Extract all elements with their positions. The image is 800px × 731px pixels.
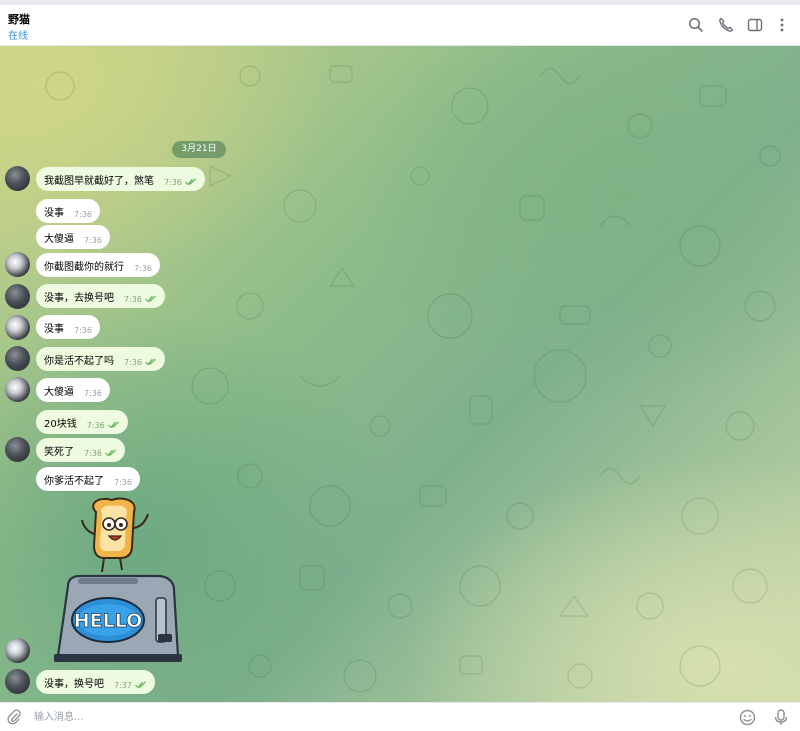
message-bubble[interactable]: 没事 7:36 <box>36 199 100 223</box>
message-bubble[interactable]: 大傻逼 7:36 <box>36 225 110 249</box>
microphone-icon[interactable] <box>773 709 789 726</box>
chat-area[interactable]: 3月21日 我截图早就截好了，煞笔 7:36 没事 7:36 大傻逼 7:36 … <box>0 46 800 702</box>
message-bubble[interactable]: 我截图早就截好了，煞笔 7:36 <box>36 167 205 191</box>
message-bubble[interactable]: 没事，去换号吧 7:36 <box>36 284 165 308</box>
read-ticks-icon <box>105 449 116 457</box>
message-text: 笑死了 <box>44 446 74 458</box>
message-time: 7:36 <box>74 325 92 335</box>
message-time: 7:36 <box>164 177 182 187</box>
message-text: 没事，去换号吧 <box>44 292 114 304</box>
emoji-icon[interactable] <box>739 709 756 726</box>
contact-status: 在线 <box>8 31 28 42</box>
more-icon[interactable] <box>773 16 791 34</box>
message-bubble[interactable]: 你爹活不起了 7:36 <box>36 467 140 491</box>
message-text: 你是活不起了吗 <box>44 355 114 367</box>
message-bubble[interactable]: 没事，换号吧 7:37 <box>36 670 155 694</box>
read-ticks-icon <box>185 178 196 186</box>
message-text: 大傻逼 <box>44 233 74 245</box>
attach-icon[interactable] <box>6 709 22 725</box>
avatar[interactable] <box>5 377 30 402</box>
avatar[interactable] <box>5 669 30 694</box>
message-time: 7:36 <box>86 420 105 430</box>
phone-icon[interactable] <box>717 16 735 34</box>
sticker-caption: HELLO <box>74 610 143 632</box>
avatar[interactable] <box>5 315 30 340</box>
read-ticks-icon <box>145 295 156 303</box>
contact-name[interactable]: 野猫 <box>8 11 30 27</box>
message-text: 你爹活不起了 <box>44 475 104 487</box>
toaster-sticker[interactable]: HELLO <box>54 496 190 666</box>
message-time: 7:36 <box>84 448 102 458</box>
message-bubble[interactable]: 20块钱 7:36 <box>36 410 128 434</box>
message-bubble[interactable]: 笑死了 7:36 <box>36 438 125 462</box>
message-bubble[interactable]: 你是活不起了吗 7:36 <box>36 347 165 371</box>
message-time: 7:36 <box>84 235 102 245</box>
message-time: 7:37 <box>114 680 132 690</box>
avatar[interactable] <box>5 252 30 277</box>
avatar[interactable] <box>5 437 30 462</box>
message-text: 你截图截你的就行 <box>44 261 124 273</box>
avatar[interactable] <box>5 284 30 309</box>
message-bubble[interactable]: 大傻逼 7:36 <box>36 378 110 402</box>
avatar[interactable] <box>5 346 30 371</box>
read-ticks-icon <box>135 681 146 689</box>
message-text: 大傻逼 <box>44 386 74 398</box>
message-text: 没事 <box>44 207 64 219</box>
search-icon[interactable] <box>687 16 705 34</box>
avatar[interactable] <box>5 638 30 663</box>
sidebar-icon[interactable] <box>746 16 764 34</box>
read-ticks-icon <box>107 421 119 429</box>
message-bubble[interactable]: 你截图截你的就行 7:36 <box>36 253 160 277</box>
chat-header: 野猫 在线 <box>0 5 800 46</box>
message-time: 7:36 <box>74 209 92 219</box>
message-input[interactable] <box>34 708 714 726</box>
message-composer <box>0 702 800 731</box>
message-time: 7:36 <box>124 294 142 304</box>
message-time: 7:36 <box>114 477 132 487</box>
message-time: 7:36 <box>124 357 142 367</box>
message-time: 7:36 <box>84 388 102 398</box>
message-bubble[interactable]: 没事 7:36 <box>36 315 100 339</box>
message-time: 7:36 <box>134 263 152 273</box>
message-text: 没事，换号吧 <box>44 678 104 690</box>
avatar[interactable] <box>5 166 30 191</box>
message-text: 没事 <box>44 323 64 335</box>
message-text: 20块钱 <box>44 418 77 430</box>
message-text: 我截图早就截好了，煞笔 <box>44 175 154 187</box>
read-ticks-icon <box>145 358 156 366</box>
date-separator: 3月21日 <box>172 141 226 158</box>
